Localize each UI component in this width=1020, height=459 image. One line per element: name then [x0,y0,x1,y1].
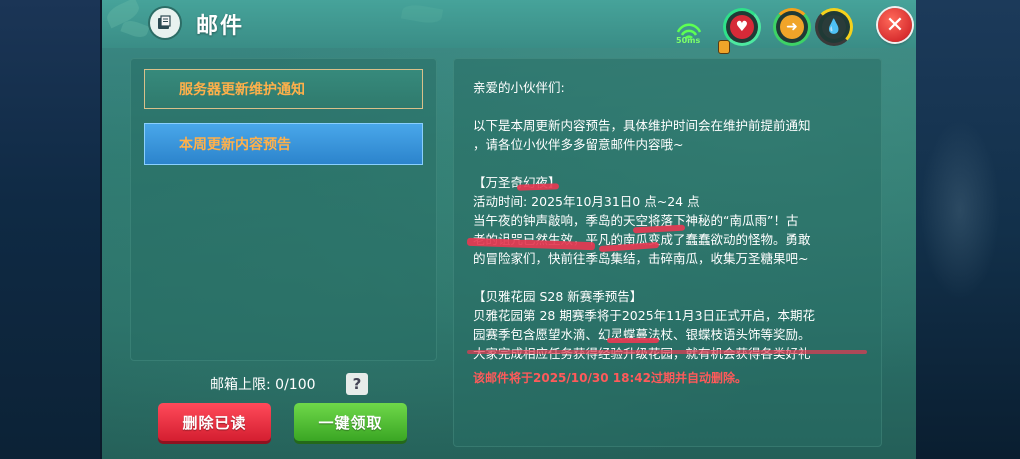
mail-list: 服务器更新维护通知 本周更新内容预告 [130,58,437,361]
decor-leaf [400,2,444,26]
decor-leaf [120,17,150,41]
delete-read-button[interactable]: 删除已读 [158,403,271,441]
intro-line: ，请各位小伙伴多多留意邮件内容哦~ [473,137,684,152]
water-drop-icon: 💧 [825,19,843,35]
mail-item-label: 服务器更新维护通知 [179,82,305,98]
background-left [0,0,100,459]
shield-badge-icon [718,40,730,54]
help-button[interactable]: ? [346,373,368,395]
red-scribble-mark [467,350,867,354]
body-line: 贝雅花园第 28 期赛季将于2025年11月3日正式开启，本期花 [473,308,816,323]
mail-content: 亲爱的小伙伴们: 以下是本周更新内容预告，具体维护时间会在维护前提前通知 ，请各… [453,58,882,447]
mail-item-weekly-preview[interactable]: 本周更新内容预告 [144,123,423,165]
hunger-status[interactable]: ➜ [773,8,811,46]
event-time: 活动时间: 2025年10月31日0 点~24 点 [473,194,700,209]
body-line: 园赛季包含愿望水滴、幻灵蝶蔓法杖、银蝶枝语头饰等奖励。 [473,327,811,342]
section-title: 【贝雅花园 S28 新赛季预告】 [473,289,643,304]
food-icon: ➜ [786,19,798,35]
mail-body: 亲爱的小伙伴们: 以下是本周更新内容预告，具体维护时间会在维护前提前通知 ，请各… [473,78,869,388]
body-line: 的冒险家们，快前往季岛集结，击碎南瓜，收集万圣糖果吧~ [473,251,809,266]
heart-icon: ♥ [735,19,749,35]
expiry-note: 该邮件将于2025/10/30 18:42过期并自动删除。 [473,371,747,385]
window-title: 邮件 [196,14,245,39]
mailbox-limit: 邮箱上限: 0/100 [210,377,316,393]
network-latency: 50ms [676,36,701,45]
mail-item-maintenance[interactable]: 服务器更新维护通知 [144,69,423,109]
greeting: 亲爱的小伙伴们: [473,80,565,95]
claim-all-button[interactable]: 一键领取 [294,403,407,441]
intro-line: 以下是本周更新内容预告，具体维护时间会在维护前提前通知 [473,118,811,133]
mail-item-label: 本周更新内容预告 [179,137,291,153]
red-scribble-mark [607,338,659,343]
mail-icon [150,8,180,38]
thirst-status[interactable]: 💧 [815,8,853,46]
close-button[interactable]: ✕ [878,8,912,42]
mail-window: 邮件 50ms ♥ ➜ 💧 ✕ 服务器更新维护通知 本周更新内容预告 邮箱上限:… [102,0,916,459]
background-right [910,0,1020,459]
